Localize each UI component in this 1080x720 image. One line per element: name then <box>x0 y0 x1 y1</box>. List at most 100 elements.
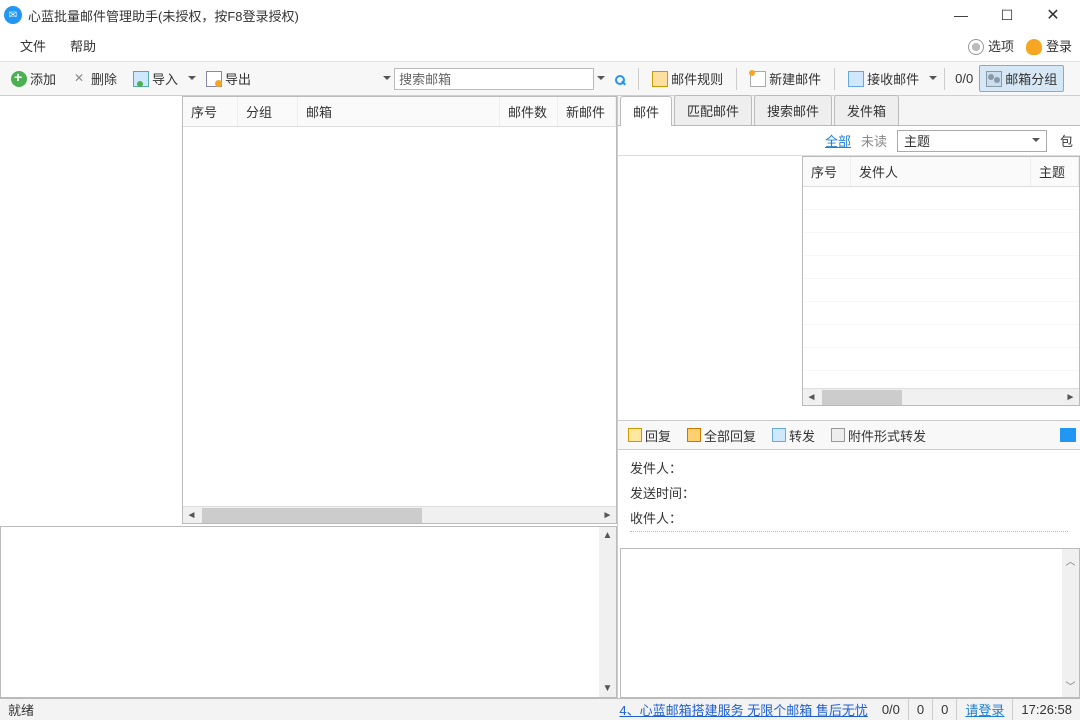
status-counter-1: 0/0 <box>874 699 909 720</box>
mcol-seq[interactable]: 序号 <box>803 157 851 186</box>
close-button[interactable]: ✕ <box>1030 0 1076 30</box>
mailbox-table-body[interactable] <box>183 127 616 506</box>
new-mail-button[interactable]: 新建邮件 <box>743 65 828 92</box>
user-icon <box>1026 39 1042 55</box>
tab-outbox[interactable]: 发件箱 <box>834 95 899 125</box>
mail-table: 序号 发件人 主题 ◄ ► <box>802 156 1080 406</box>
receive-icon <box>848 71 864 87</box>
include-toggle[interactable]: 包 <box>1057 128 1076 153</box>
mcol-sender[interactable]: 发件人 <box>851 157 1031 186</box>
col-group[interactable]: 分组 <box>238 97 298 126</box>
menu-help[interactable]: 帮助 <box>58 32 108 59</box>
delete-button[interactable]: 删除 <box>65 65 124 92</box>
col-newmails[interactable]: 新邮件 <box>558 97 616 126</box>
minimize-button[interactable]: — <box>938 0 984 30</box>
reply-all-button[interactable]: 全部回复 <box>681 423 762 448</box>
forward-button[interactable]: 转发 <box>766 423 821 448</box>
status-counter-2: 0 <box>909 699 933 720</box>
scroll-down-icon[interactable]: ▼ <box>599 680 616 697</box>
tab-search[interactable]: 搜索邮件 <box>754 95 832 125</box>
detail-sendtime: 发送时间： <box>630 483 1068 502</box>
subject-combo[interactable]: 主题 <box>897 130 1047 152</box>
message-vscroll[interactable]: ︿ ﹀ <box>1062 549 1079 697</box>
rules-button[interactable]: 邮件规则 <box>645 65 730 92</box>
menu-file[interactable]: 文件 <box>8 32 58 59</box>
options-button[interactable]: 选项 <box>968 36 1014 56</box>
col-mailbox[interactable]: 邮箱 <box>298 97 500 126</box>
mail-table-body[interactable] <box>803 187 1079 388</box>
search-dropdown[interactable] <box>596 73 606 84</box>
login-button[interactable]: 登录 <box>1026 36 1072 56</box>
scroll-right-icon[interactable]: ► <box>599 507 616 524</box>
right-column: 邮件 匹配邮件 搜索邮件 发件箱 全部 未读 主题 包 序号 发件人 主题 ◄ … <box>617 96 1080 698</box>
app-icon: ✉ <box>4 6 22 24</box>
mailbox-hscroll[interactable]: ◄ ► <box>183 506 616 523</box>
titlebar: ✉ 心蓝批量邮件管理助手(未授权，按F8登录授权) — ☐ ✕ <box>0 0 1080 30</box>
chevron-up-icon[interactable]: ︿ <box>1066 553 1076 568</box>
detail-sender: 发件人： <box>630 458 1068 477</box>
mailbox-table-header: 序号 分组 邮箱 邮件数 新邮件 <box>183 97 616 127</box>
menubar: 文件 帮助 选项 登录 <box>0 30 1080 62</box>
scroll-left-icon[interactable]: ◄ <box>803 389 820 406</box>
scroll-right-icon[interactable]: ► <box>1062 389 1079 406</box>
status-counter-3: 0 <box>933 699 957 720</box>
status-login-link[interactable]: 请登录 <box>965 700 1004 719</box>
maximize-button[interactable]: ☐ <box>984 0 1030 30</box>
receive-dropdown[interactable] <box>928 73 938 84</box>
scroll-thumb[interactable] <box>202 508 422 523</box>
left-column: 序号 分组 邮箱 邮件数 新邮件 ◄ ► ▲ ▼ <box>0 96 617 698</box>
toolbar: 添加 删除 导入 导出 搜索邮箱 邮件规则 新建邮件 接收邮件 0/0 邮箱分组 <box>0 62 1080 96</box>
search-combo[interactable]: 搜索邮箱 <box>394 68 594 90</box>
log-body[interactable] <box>1 527 599 697</box>
delete-icon <box>72 71 88 87</box>
group-icon <box>986 71 1002 87</box>
mail-table-header: 序号 发件人 主题 <box>803 157 1079 187</box>
export-button[interactable]: 导出 <box>199 65 258 92</box>
receive-button[interactable]: 接收邮件 <box>841 65 926 92</box>
statusbar: 就绪 4、心蓝邮箱搭建服务 无限个邮箱 售后无忧 0/0 0 0 请登录 17:… <box>0 698 1080 720</box>
import-button[interactable]: 导入 <box>126 65 185 92</box>
mailbox-table: 序号 分组 邮箱 邮件数 新邮件 ◄ ► <box>182 96 617 524</box>
add-icon <box>11 71 27 87</box>
message-body[interactable]: ︿ ﹀ <box>620 548 1080 698</box>
import-icon <box>133 71 149 87</box>
search-icon <box>615 75 625 85</box>
filter-dropdown[interactable] <box>382 73 392 84</box>
mail-hscroll[interactable]: ◄ ► <box>803 388 1079 405</box>
gear-icon <box>968 39 984 55</box>
filter-row: 全部 未读 主题 包 <box>618 126 1080 156</box>
tab-bar: 邮件 匹配邮件 搜索邮件 发件箱 <box>618 96 1080 126</box>
status-time: 17:26:58 <box>1013 699 1080 720</box>
rules-icon <box>652 71 668 87</box>
search-button[interactable] <box>608 69 632 89</box>
panel-toggle-icon[interactable] <box>1060 428 1076 442</box>
tab-mail[interactable]: 邮件 <box>620 96 672 126</box>
toolbar-counter: 0/0 <box>951 71 977 86</box>
chevron-down-icon[interactable]: ﹀ <box>1066 678 1076 693</box>
import-dropdown[interactable] <box>187 73 197 84</box>
group-button[interactable]: 邮箱分组 <box>979 65 1064 92</box>
tab-match[interactable]: 匹配邮件 <box>674 95 752 125</box>
log-vscroll[interactable]: ▲ ▼ <box>599 527 616 697</box>
detail-recipient: 收件人： <box>630 508 1068 532</box>
ad-link[interactable]: 4、心蓝邮箱搭建服务 无限个邮箱 售后无忧 <box>613 700 873 719</box>
add-button[interactable]: 添加 <box>4 65 63 92</box>
mail-detail: 发件人： 发送时间： 收件人： <box>618 450 1080 546</box>
scroll-left-icon[interactable]: ◄ <box>183 507 200 524</box>
export-icon <box>206 71 222 87</box>
mail-action-row: 回复 全部回复 转发 附件形式转发 <box>618 420 1080 450</box>
scroll-thumb[interactable] <box>822 390 902 405</box>
filter-all[interactable]: 全部 <box>825 131 851 150</box>
forward-icon <box>772 428 786 442</box>
attachment-forward-icon <box>831 428 845 442</box>
log-panel: ▲ ▼ <box>0 526 617 698</box>
filter-unread[interactable]: 未读 <box>861 131 887 150</box>
reply-button[interactable]: 回复 <box>622 423 677 448</box>
col-mails[interactable]: 邮件数 <box>500 97 558 126</box>
mcol-subject[interactable]: 主题 <box>1031 157 1079 186</box>
forward-attachment-button[interactable]: 附件形式转发 <box>825 423 932 448</box>
status-text: 就绪 <box>0 700 34 719</box>
col-seq[interactable]: 序号 <box>183 97 238 126</box>
window-title: 心蓝批量邮件管理助手(未授权，按F8登录授权) <box>28 6 299 25</box>
scroll-up-icon[interactable]: ▲ <box>599 527 616 544</box>
